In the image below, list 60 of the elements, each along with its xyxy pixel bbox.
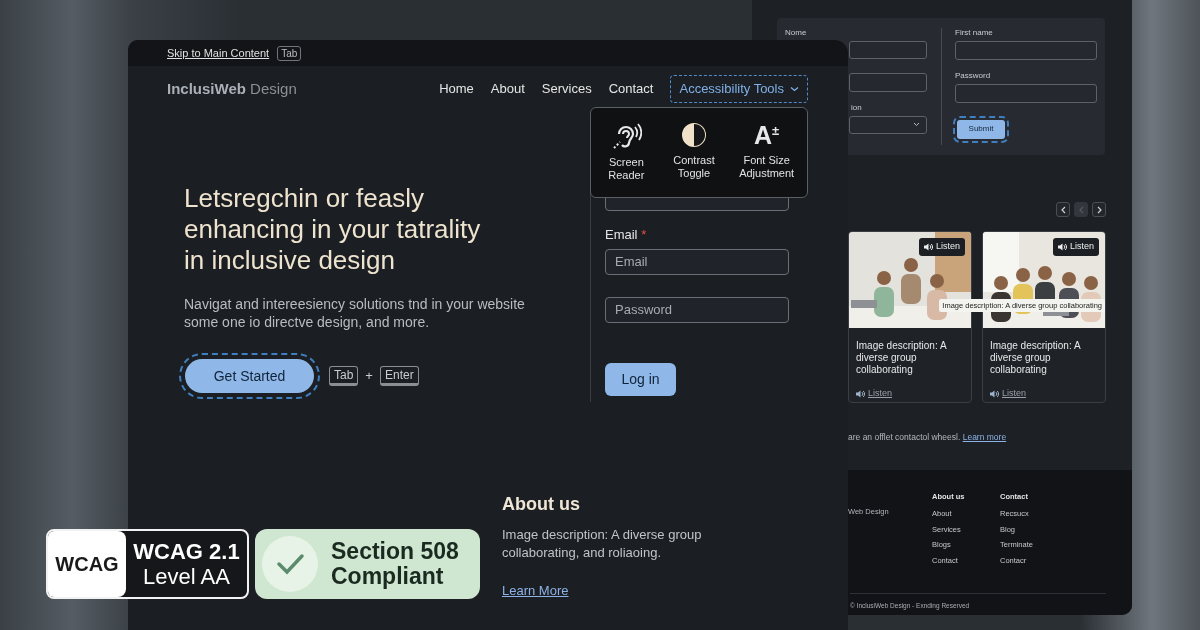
speaker-icon [1057,242,1067,251]
logo[interactable]: InclusiWeb Design [167,77,297,101]
input-field[interactable] [955,41,1097,60]
field-label: Email [605,227,638,242]
hero-heading: Letsregchin or feasly enhancing in your tatrality in inclusive design [184,183,482,276]
badge-subtitle: Compliant [331,564,445,589]
key-hint: Tab [329,366,359,386]
nav-link[interactable]: About [490,79,525,99]
menu-item[interactable]: A$^{±}$ Font Size Adjustment [733,121,800,197]
nav-link[interactable]: Home [439,79,474,99]
listen-button[interactable]: Listen [1052,238,1099,256]
chevron-down-icon [790,86,799,92]
dropdown-button[interactable]: Accessibility Tools [670,75,808,103]
field-label: ion [851,102,862,113]
listen-button[interactable]: Listen [918,238,965,256]
chevron-right-icon [1095,205,1103,214]
card-title: Image description: A diverse group collaborating [989,339,1082,376]
password-field[interactable]: Password [605,296,789,323]
select-field[interactable] [849,115,927,134]
section-text: Image description: A diverse group collaborating, and roliaoing. [502,525,703,562]
required-mark: * [641,227,647,242]
menu-item[interactable]: Screen Reader [598,121,655,197]
chevron-left-icon [1077,205,1085,214]
badge-title: WCAG 2.1 [133,539,240,564]
section-heading: About us [502,494,581,516]
badge-title: Section 508 [331,539,459,564]
speaker-icon [990,389,999,398]
badge-subtitle: Level AA [143,564,230,589]
field-label: Password [955,71,992,81]
chevron-down-icon [913,122,920,128]
speaker-icon [923,242,933,251]
skip-link[interactable]: Skip to Main Content [167,44,270,62]
menu-item[interactable]: Contrast Toggle [661,121,727,197]
input-field[interactable] [849,73,927,92]
key-hint: Enter [379,366,419,386]
field-label: Nome [785,28,807,38]
learn-more-link[interactable]: Learn more [962,432,1007,442]
listen-link[interactable]: Listen [856,387,964,401]
font-size-icon: A$^{±}$ [754,121,780,148]
next-button[interactable] [1092,202,1106,217]
login-button[interactable]: Log in [605,362,676,396]
listen-link[interactable]: Listen [990,387,1098,401]
hero-text: Navigat and intereesiency solutions tnd in your website some one io directve design, and more. [184,295,526,331]
input-field[interactable] [955,84,1097,103]
learn-more-link[interactable]: Learn More [502,580,569,601]
previous-button[interactable] [1056,202,1070,217]
badge-tag: WCAG [48,531,126,597]
input-field[interactable] [849,41,927,60]
note-text: are an offlet contactol wheesl. [848,432,961,442]
contrast-icon [681,121,707,148]
field-label: First name [955,28,994,38]
check-icon [261,535,319,593]
card-title: Image description: A diverse group collaborating [855,339,948,376]
plus-sign: + [365,367,373,386]
nav-link[interactable]: Services [541,79,592,99]
chevron-left-icon [1059,205,1067,214]
speaker-icon [856,389,865,398]
key-hint: Tab [277,45,302,61]
email-field[interactable]: Email [605,248,789,275]
nav-link[interactable]: Contact [608,79,654,99]
